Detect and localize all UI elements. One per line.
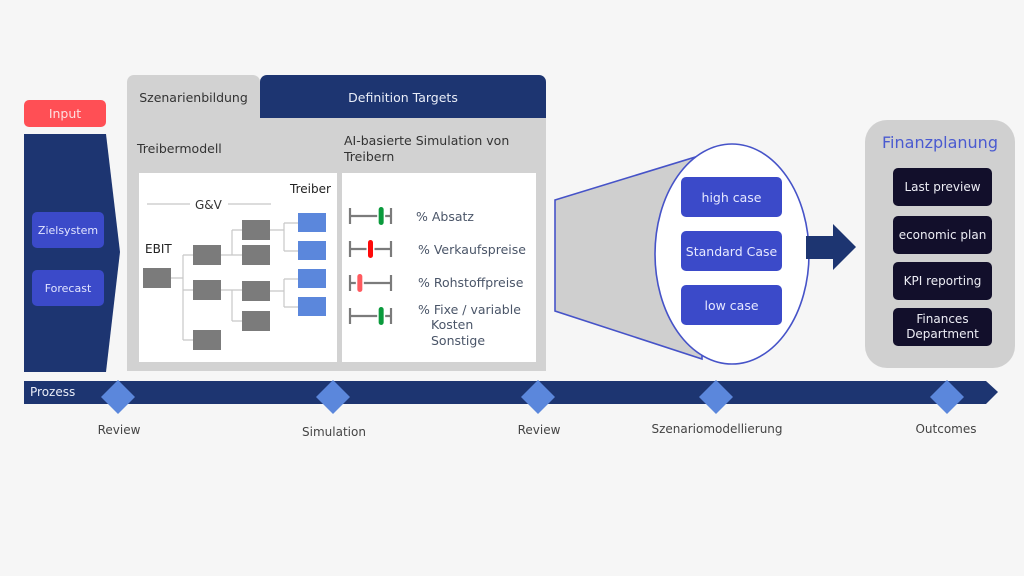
slider[interactable] — [348, 240, 393, 258]
slider-label-rohstoffpreise: % Rohstoffpreise — [418, 275, 524, 290]
tab-definition-targets[interactable]: Definition Targets — [260, 75, 546, 119]
connector-l3a — [270, 222, 298, 252]
slider-label-absatz: % Absatz — [416, 209, 474, 224]
input-chevron-shape — [24, 134, 120, 372]
case-high[interactable]: high case — [681, 177, 782, 217]
arrow-right-icon — [806, 224, 856, 270]
tree-node-ebit — [143, 268, 171, 288]
ebit-label: EBIT — [145, 242, 172, 256]
process-label: Prozess — [30, 385, 76, 399]
finanzplanung-title: Finanzplanung — [882, 133, 998, 152]
driver-node — [298, 213, 326, 232]
connector-l2a — [221, 229, 242, 256]
input-button[interactable]: Input — [24, 100, 106, 127]
tree-node — [193, 330, 221, 350]
tree-node — [242, 245, 270, 265]
milestone-label-review-2: Review — [517, 423, 561, 437]
tree-node — [193, 245, 221, 265]
treiber-label: Treiber — [290, 182, 331, 196]
process-arrow — [24, 381, 998, 404]
connector-l2b — [221, 289, 242, 322]
tree-node — [193, 280, 221, 300]
fin-item-line: Department — [906, 327, 979, 341]
connector-root — [171, 254, 193, 341]
input-item-forecast[interactable]: Forecast — [32, 270, 104, 306]
slider-label-fixkosten-line2: Kosten — [431, 317, 474, 332]
connector-l3c — [270, 278, 298, 308]
driver-node — [298, 297, 326, 316]
slider-handle[interactable] — [357, 274, 363, 292]
slider-label-verkaufspreise: % Verkaufspreise — [418, 242, 526, 257]
milestone-label-szenariomodellierung: Szenariomodellierung — [651, 422, 783, 436]
fin-item-finances-department[interactable]: Finances Department — [893, 308, 992, 346]
tab-szenarienbildung[interactable]: Szenarienbildung — [127, 75, 260, 119]
tree-node — [242, 220, 270, 240]
process-timeline — [24, 380, 998, 414]
tree-node — [242, 281, 270, 301]
slider-handle[interactable] — [378, 207, 384, 225]
driver-node — [298, 269, 326, 288]
case-standard[interactable]: Standard Case — [681, 231, 782, 271]
slider-handle[interactable] — [378, 307, 384, 325]
slider[interactable] — [348, 274, 393, 292]
milestone-label-review-1: Review — [97, 423, 141, 437]
gv-label: G&V — [195, 198, 222, 212]
slider-label-fixkosten-line1: % Fixe / variable — [418, 302, 521, 317]
milestone-label-outcomes: Outcomes — [915, 422, 977, 436]
fin-item-line: Finances — [916, 312, 969, 326]
case-low[interactable]: low case — [681, 285, 782, 325]
fin-item-economic-plan[interactable]: economic plan — [893, 216, 992, 254]
slider-handle[interactable] — [368, 240, 373, 258]
driver-tree — [143, 203, 326, 350]
driver-node — [298, 241, 326, 260]
milestone-label-simulation: Simulation — [302, 425, 366, 439]
input-item-zielsystem[interactable]: Zielsystem — [32, 212, 104, 248]
slider[interactable] — [348, 307, 393, 325]
slider-label-fixkosten-line3: Sonstige — [431, 333, 486, 348]
simulation-heading: AI-basierte Simulation von Treibern — [344, 133, 510, 164]
treibermodell-heading: Treibermodell — [137, 141, 222, 156]
fin-item-last-preview[interactable]: Last preview — [893, 168, 992, 206]
input-chevron — [24, 134, 120, 372]
tree-node — [242, 311, 270, 331]
fin-item-kpi-reporting[interactable]: KPI reporting — [893, 262, 992, 300]
slider[interactable] — [348, 207, 393, 225]
driver-sliders — [348, 207, 393, 325]
